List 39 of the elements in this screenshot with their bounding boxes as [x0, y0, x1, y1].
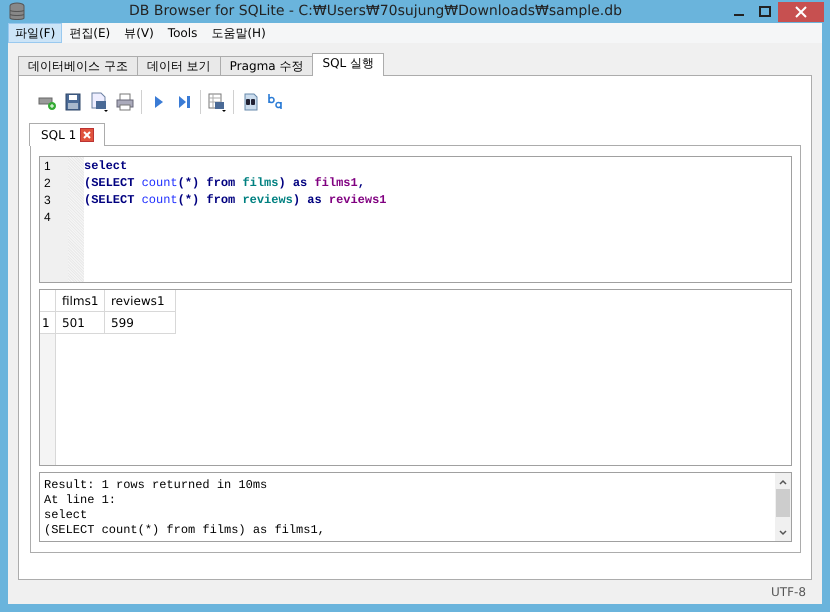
- tab[interactable]: 데이터베이스 구조: [18, 56, 138, 75]
- line-number: 2: [44, 175, 52, 192]
- code-line: (SELECT count(*) from reviews) as reviews1: [84, 192, 386, 209]
- line-number: 1: [44, 158, 52, 175]
- table-cell: 501: [56, 312, 105, 334]
- save-icon[interactable]: [63, 92, 83, 112]
- code-line: (SELECT count(*) from films) as films1,: [84, 175, 366, 192]
- scroll-up-icon[interactable]: [778, 477, 788, 487]
- log-line: At line 1:: [44, 493, 118, 508]
- line-number: 3: [44, 192, 52, 209]
- menu-item[interactable]: 뷰(V): [117, 23, 161, 43]
- tab[interactable]: SQL 실행: [312, 53, 384, 76]
- close-icon[interactable]: [80, 128, 94, 142]
- column-header[interactable]: reviews1: [105, 290, 176, 312]
- close-icon[interactable]: [778, 2, 824, 22]
- log-line: (SELECT count(*) from films) as films1,: [44, 523, 326, 538]
- editor-tab[interactable]: SQL 1: [29, 123, 106, 146]
- code-line: select: [84, 158, 128, 175]
- column-header[interactable]: films1: [56, 290, 105, 312]
- line-number: 4: [44, 209, 52, 226]
- menu-item[interactable]: 파일(F): [8, 23, 62, 43]
- tab[interactable]: 데이터 보기: [136, 56, 221, 75]
- save-as-icon[interactable]: [89, 92, 109, 112]
- tab[interactable]: Pragma 수정: [220, 56, 314, 75]
- table-save-icon[interactable]: [207, 92, 227, 112]
- menu-item[interactable]: Tools: [160, 23, 204, 43]
- log-line: select: [44, 508, 88, 523]
- log-line: Result: 1 rows returned in 10ms: [44, 478, 268, 493]
- database-icon: [9, 2, 25, 22]
- menu-item[interactable]: 편집(E): [62, 23, 118, 43]
- scrollbar[interactable]: [775, 473, 791, 541]
- scroll-down-icon[interactable]: [778, 528, 788, 538]
- printer-icon[interactable]: [115, 92, 135, 112]
- table-cell: 599: [105, 312, 176, 334]
- window-title: DB Browser for SQLite - C:₩Users₩70sujung₩Downloads₩sample.db: [128, 2, 623, 21]
- menu-item[interactable]: 도움말(H): [204, 23, 273, 43]
- encoding-label: UTF-8: [771, 584, 806, 601]
- row-number[interactable]: 1: [40, 312, 56, 334]
- tab-label[interactable]: SQL 1: [41, 126, 76, 144]
